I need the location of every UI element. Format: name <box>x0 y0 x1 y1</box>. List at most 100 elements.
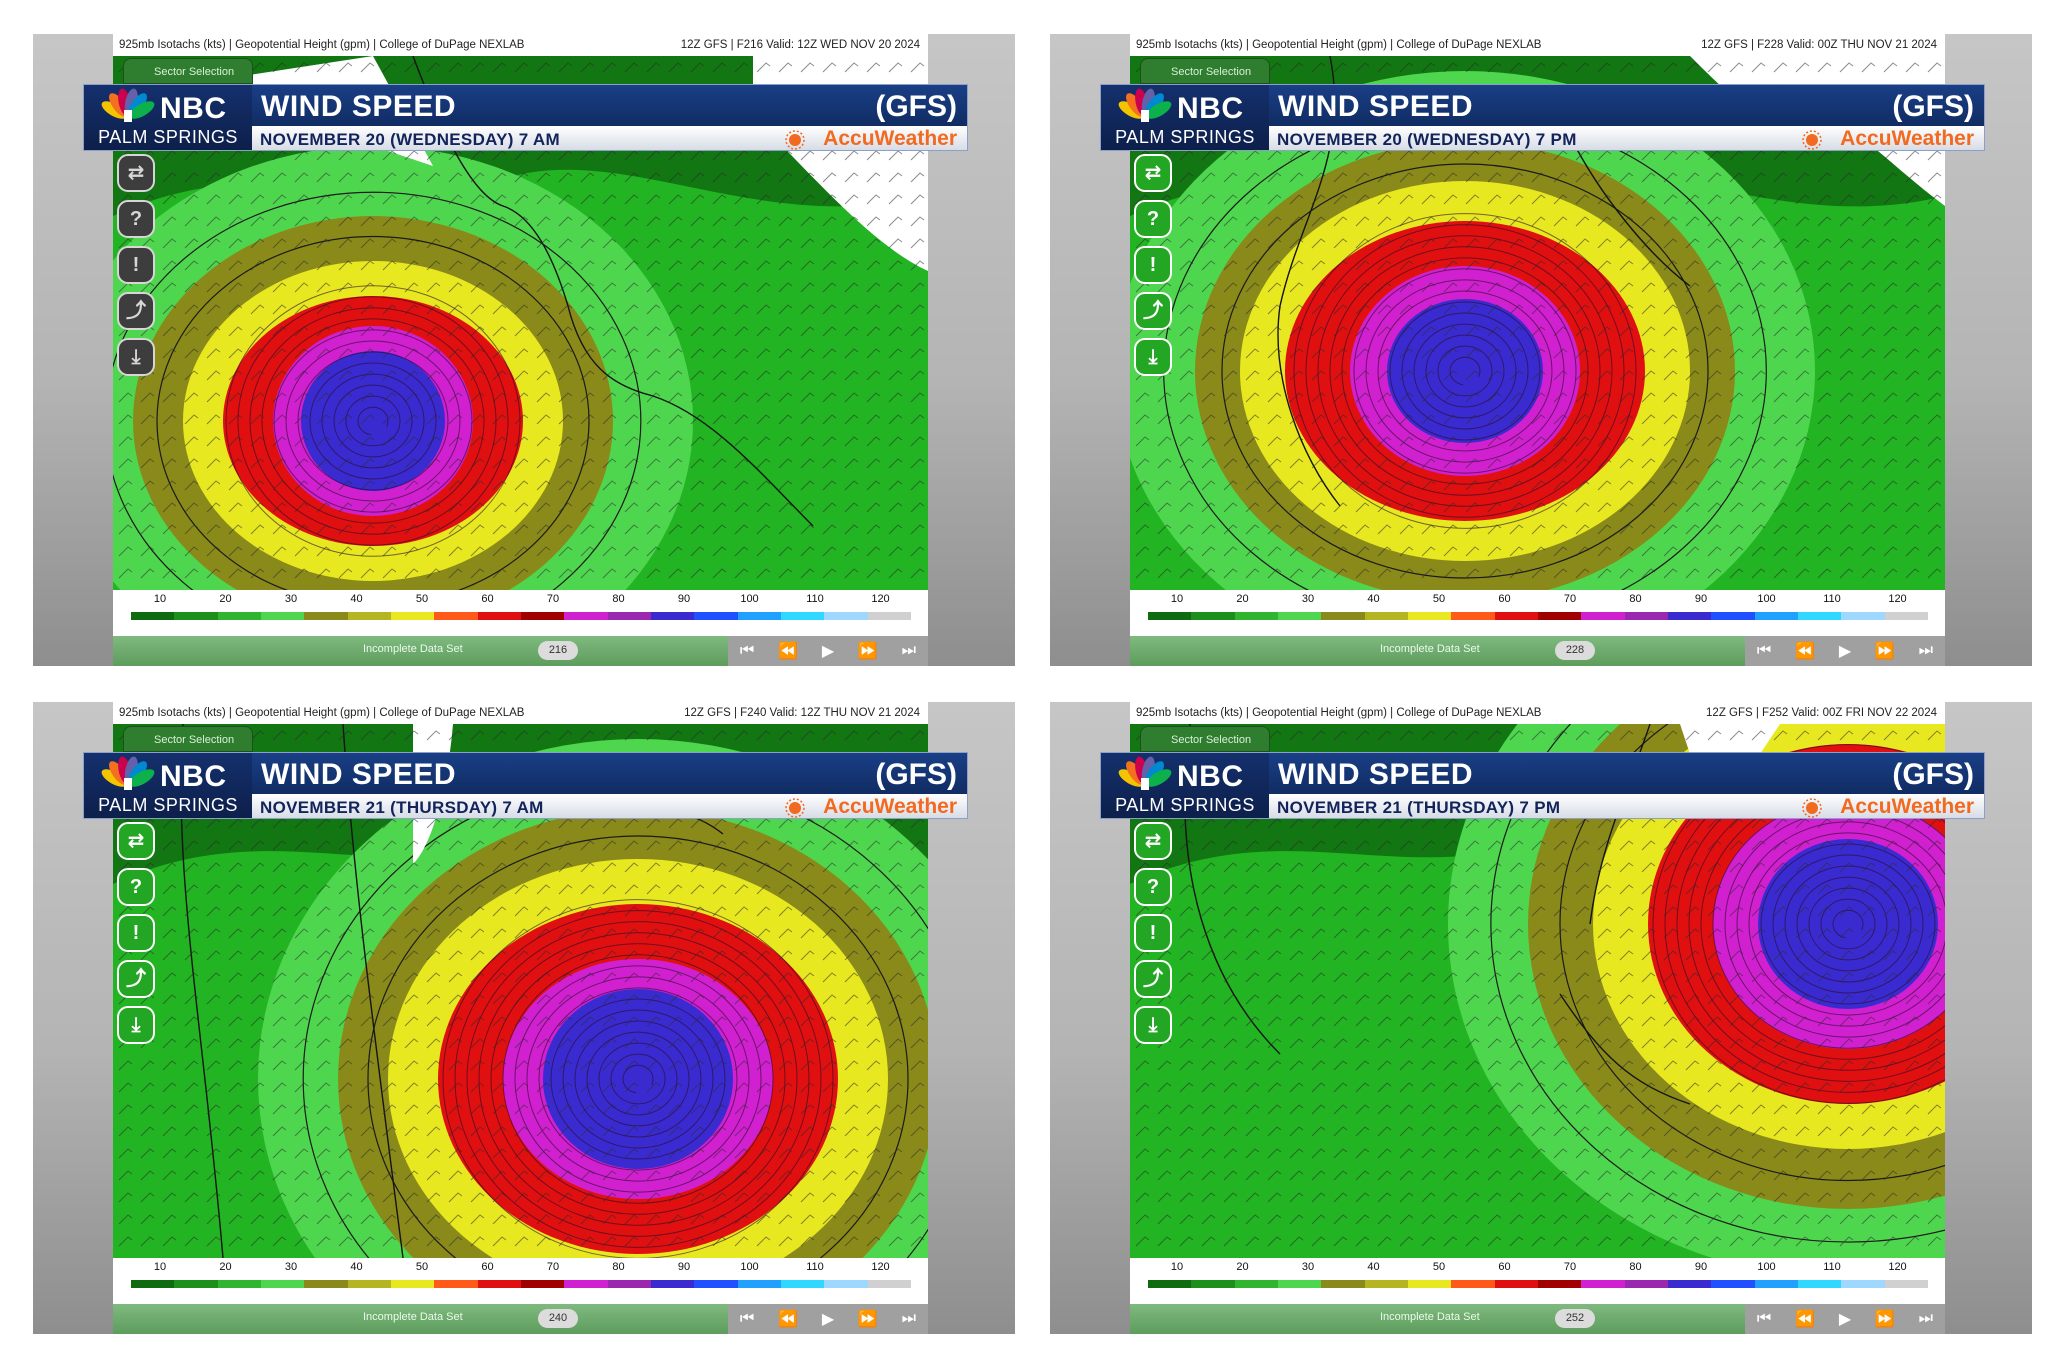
scale-tick-label: 80 <box>1629 1261 1642 1273</box>
sector-swap-icon[interactable]: ⇄ <box>1134 154 1172 192</box>
playback-controls: ⏮ ⏪ ▶ ⏩ ⏭ <box>728 1304 928 1334</box>
scale-ticks: 10 20 30 40 50 60 70 80 90 100 110 120 <box>113 1261 928 1277</box>
scale-color-swatch <box>1234 1280 1278 1288</box>
sector-selection-tab[interactable]: Sector Selection <box>1140 58 1270 84</box>
sector-swap-icon[interactable]: ⇄ <box>117 154 155 192</box>
alert-icon[interactable]: ! <box>1134 246 1172 284</box>
skip-back-icon[interactable]: ⏮ <box>740 1310 754 1328</box>
sector-swap-icon[interactable]: ⇄ <box>117 822 155 860</box>
data-status: Incomplete Data Set <box>1380 643 1480 655</box>
help-icon[interactable]: ? <box>1134 868 1172 906</box>
banner-top: WIND SPEED (GFS) <box>1269 85 1984 126</box>
share-icon[interactable]: ⤴ <box>117 292 155 330</box>
scale-tick-label: 70 <box>546 593 560 605</box>
fast-forward-icon[interactable]: ⏩ <box>1875 641 1895 661</box>
sector-swap-icon[interactable]: ⇄ <box>1134 822 1172 860</box>
animation-bar: Incomplete Data Set 228 ⏮ ⏪ ▶ ⏩ ⏭ <box>1130 636 1945 666</box>
rewind-icon[interactable]: ⏪ <box>778 641 798 661</box>
skip-back-icon[interactable]: ⏮ <box>1757 642 1771 660</box>
banner-bottom: NOVEMBER 20 (WEDNESDAY) 7 PM AccuWeather <box>1269 126 1984 150</box>
share-icon[interactable]: ⤴ <box>1134 960 1172 998</box>
product-subtitle: 925mb Isotachs (kts) | Geopotential Heig… <box>1130 702 1945 724</box>
scale-tick-label: 40 <box>350 593 363 605</box>
scale-color-swatch <box>1277 1280 1322 1288</box>
scale-color-swatch <box>520 1280 565 1288</box>
scale-color-swatch <box>1407 612 1452 620</box>
scale-tick-label: 10 <box>153 1261 167 1273</box>
scale-tick-label: 40 <box>1367 593 1380 605</box>
play-icon[interactable]: ▶ <box>1839 641 1851 661</box>
scale-tick-label: 100 <box>740 593 759 605</box>
frame-counter[interactable]: 252 <box>1555 1309 1595 1328</box>
frame-counter[interactable]: 216 <box>538 641 578 660</box>
scale-tick-label: 10 <box>1170 593 1184 605</box>
scale-color-swatch <box>650 1280 695 1288</box>
help-icon[interactable]: ? <box>117 868 155 906</box>
download-icon[interactable]: ⤓ <box>1134 1006 1172 1044</box>
accuweather-sun-icon <box>785 130 805 150</box>
scale-color-swatch <box>131 1280 175 1288</box>
alert-icon[interactable]: ! <box>117 914 155 952</box>
scale-color-swatch <box>867 1280 911 1288</box>
scale-color-swatch <box>1711 612 1755 620</box>
animation-bar: Incomplete Data Set 252 ⏮ ⏪ ▶ ⏩ ⏭ <box>1130 1304 1945 1334</box>
banner-top: WIND SPEED (GFS) <box>1269 753 1984 794</box>
scale-tick-label: 60 <box>1498 593 1511 605</box>
scale-tick-label: 60 <box>481 1261 494 1273</box>
skip-forward-icon[interactable]: ⏭ <box>902 642 916 660</box>
accuweather-logo: AccuWeather <box>1840 127 1974 150</box>
scale-color-swatch <box>520 612 565 620</box>
accuweather-logo: AccuWeather <box>823 795 957 818</box>
scale-tick-label: 110 <box>806 1261 824 1273</box>
skip-forward-icon[interactable]: ⏭ <box>1919 642 1933 660</box>
wind-scale-legend: 10 20 30 40 50 60 70 80 90 100 110 120 <box>113 590 928 636</box>
banner-title: WIND SPEED <box>261 90 457 123</box>
share-icon[interactable]: ⤴ <box>1134 292 1172 330</box>
share-icon[interactable]: ⤴ <box>117 960 155 998</box>
skip-forward-icon[interactable]: ⏭ <box>1919 1310 1933 1328</box>
frame-counter[interactable]: 228 <box>1555 641 1595 660</box>
scale-color-swatch <box>824 1280 868 1288</box>
skip-back-icon[interactable]: ⏮ <box>1757 1310 1771 1328</box>
scale-color-swatch <box>1148 1280 1192 1288</box>
help-icon[interactable]: ? <box>1134 200 1172 238</box>
scale-color-swatch <box>347 612 391 620</box>
play-icon[interactable]: ▶ <box>822 1309 834 1329</box>
play-icon[interactable]: ▶ <box>822 641 834 661</box>
alert-icon[interactable]: ! <box>117 246 155 284</box>
fast-forward-icon[interactable]: ⏩ <box>1875 1309 1895 1329</box>
fast-forward-icon[interactable]: ⏩ <box>858 641 878 661</box>
rewind-icon[interactable]: ⏪ <box>1795 1309 1815 1329</box>
sector-selection-tab[interactable]: Sector Selection <box>1140 726 1270 752</box>
banner-top: WIND SPEED (GFS) <box>252 85 967 126</box>
forecast-date: NOVEMBER 20 (WEDNESDAY) 7 PM <box>1277 130 1577 149</box>
scale-color-swatch <box>1797 1280 1842 1288</box>
help-icon[interactable]: ? <box>117 200 155 238</box>
scale-color-swatch <box>694 1280 738 1288</box>
skip-back-icon[interactable]: ⏮ <box>740 642 754 660</box>
sector-selection-tab[interactable]: Sector Selection <box>123 726 253 752</box>
fast-forward-icon[interactable]: ⏩ <box>858 1309 878 1329</box>
download-icon[interactable]: ⤓ <box>1134 338 1172 376</box>
download-icon[interactable]: ⤓ <box>117 1006 155 1044</box>
alert-icon[interactable]: ! <box>1134 914 1172 952</box>
scale-tick-label: 120 <box>1888 593 1907 605</box>
frame-counter[interactable]: 240 <box>538 1309 578 1328</box>
scale-color-swatch <box>174 1280 218 1288</box>
rewind-icon[interactable]: ⏪ <box>1795 641 1815 661</box>
scale-tick-label: 60 <box>1498 1261 1511 1273</box>
sector-selection-tab[interactable]: Sector Selection <box>123 58 253 84</box>
scale-tick-label: 70 <box>1563 1261 1577 1273</box>
nbc-banner: NBC PALM SPRINGS WIND SPEED (GFS) NOVEMBER 2… <box>1100 752 1985 819</box>
scale-color-swatch <box>390 1280 435 1288</box>
scale-color-swatch <box>477 612 521 620</box>
play-icon[interactable]: ▶ <box>1839 1309 1851 1329</box>
accuweather-sun-icon <box>1802 798 1822 818</box>
scale-tick-label: 110 <box>806 593 824 605</box>
scale-color-swatch <box>1884 612 1928 620</box>
playback-controls: ⏮ ⏪ ▶ ⏩ ⏭ <box>728 636 928 666</box>
rewind-icon[interactable]: ⏪ <box>778 1309 798 1329</box>
scale-tick-label: 50 <box>1432 593 1446 605</box>
skip-forward-icon[interactable]: ⏭ <box>902 1310 916 1328</box>
download-icon[interactable]: ⤓ <box>117 338 155 376</box>
